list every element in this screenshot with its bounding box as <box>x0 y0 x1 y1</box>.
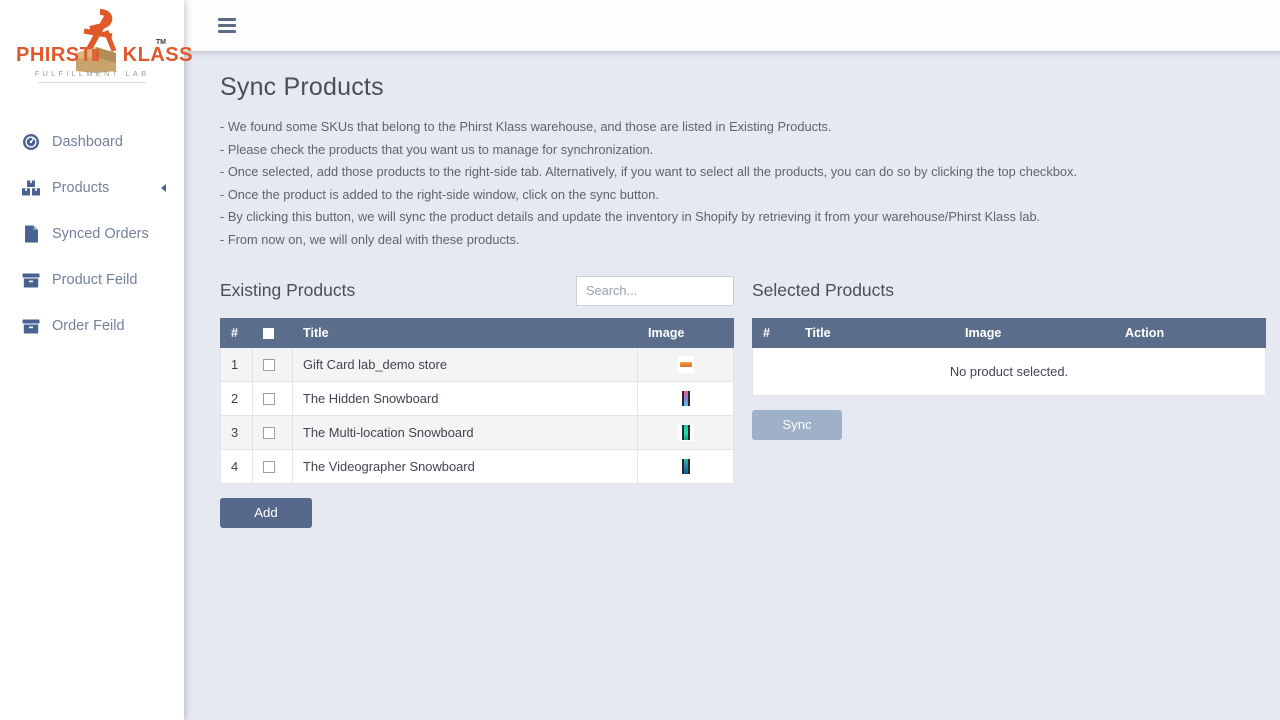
brand-name: PHIRST KLASS <box>16 44 193 66</box>
existing-products-header: Existing Products <box>220 274 734 308</box>
existing-products-title: Existing Products <box>220 280 356 301</box>
row-number: 1 <box>220 346 253 382</box>
column-header-number: # <box>752 317 795 348</box>
archive-icon <box>20 315 42 337</box>
empty-state-row: No product selected. <box>752 346 1266 396</box>
page-description: - We found some SKUs that belong to the … <box>220 116 1266 252</box>
column-header-image: Image <box>637 317 734 348</box>
select-all-checkbox[interactable] <box>263 327 274 339</box>
row-checkbox-cell <box>252 414 293 450</box>
description-line: - We found some SKUs that belong to the … <box>220 119 832 134</box>
row-checkbox-cell <box>252 380 293 416</box>
selected-products-title: Selected Products <box>752 280 895 301</box>
add-button[interactable]: Add <box>220 497 312 528</box>
row-number: 3 <box>220 414 253 450</box>
sidebar-item-order-feild[interactable]: Order Feild <box>0 306 184 346</box>
sidebar-item-label: Dashboard <box>52 134 123 150</box>
hamburger-icon[interactable] <box>218 15 236 36</box>
selected-products-header: Selected Products <box>752 274 1266 308</box>
column-header-image: Image <box>954 317 1115 348</box>
description-line: - Once selected, add those products to t… <box>220 164 1077 180</box>
row-image-cell <box>637 448 734 484</box>
sidebar-item-synced-orders[interactable]: Synced Orders <box>0 214 184 254</box>
snowboard-pink-thumbnail <box>677 389 694 407</box>
app-root: PHIRST KLASS TM FULFILLMENT LAB Dashboar… <box>0 0 1280 720</box>
selected-products-panel: Selected Products # Title Image Action N… <box>752 274 1266 528</box>
snowboard-green-thumbnail <box>677 423 694 441</box>
panels-row: Existing Products # <box>220 274 1266 528</box>
chevron-left-icon[interactable] <box>161 184 166 192</box>
column-header-title: Title <box>794 317 955 348</box>
table-row[interactable]: 3 The Multi-location Snowboard <box>220 414 734 450</box>
description-line: - Once the product is added to the right… <box>220 186 659 202</box>
page-content: Sync Products - We found some SKUs that … <box>184 51 1280 720</box>
brand-divider <box>38 82 146 83</box>
column-header-title: Title <box>292 317 638 348</box>
table-header-row: # Title Image <box>220 317 734 348</box>
search-input[interactable] <box>576 275 734 306</box>
table-row[interactable]: 2 The Hidden Snowboard <box>220 380 734 416</box>
giftcard-thumbnail <box>677 355 694 373</box>
boxes-icon <box>20 177 42 199</box>
description-line: - From now on, we will only deal with th… <box>220 231 520 247</box>
gauge-icon <box>20 131 42 153</box>
empty-state-message: No product selected. <box>752 346 1266 396</box>
row-number: 4 <box>220 448 253 484</box>
file-icon <box>20 223 42 245</box>
sidebar-item-product-feild[interactable]: Product Feild <box>0 260 184 300</box>
existing-products-panel: Existing Products # <box>220 274 734 528</box>
existing-products-table: # Title Image 1 Gift Card lab_demo store… <box>220 317 734 484</box>
sidebar-item-label: Synced Orders <box>52 226 149 242</box>
row-checkbox[interactable] <box>263 393 275 406</box>
column-header-number: # <box>220 317 253 348</box>
column-header-action: Action <box>1114 317 1266 348</box>
sync-button[interactable]: Sync <box>752 409 842 440</box>
snowboard-teal-thumbnail <box>677 457 694 475</box>
sidebar-item-label: Order Feild <box>52 318 125 334</box>
row-title: Gift Card lab_demo store <box>292 346 638 382</box>
row-checkbox-cell <box>252 346 293 382</box>
sidebar-nav: Dashboard Products Synced Orders Product… <box>0 92 184 346</box>
main-area: Sync Products - We found some SKUs that … <box>184 0 1280 720</box>
selected-products-table: # Title Image Action No product selected… <box>752 317 1266 396</box>
description-line: - Please check the products that you wan… <box>220 141 654 157</box>
archive-icon <box>20 269 42 291</box>
row-checkbox[interactable] <box>263 359 275 372</box>
brand-trademark: TM <box>155 39 166 46</box>
row-number: 2 <box>220 380 253 416</box>
sidebar-item-dashboard[interactable]: Dashboard <box>0 122 184 162</box>
row-image-cell <box>637 380 734 416</box>
table-row[interactable]: 1 Gift Card lab_demo store <box>220 346 734 382</box>
row-title: The Hidden Snowboard <box>292 380 638 416</box>
sidebar-item-label: Product Feild <box>52 272 138 288</box>
sidebar-item-label: Products <box>52 180 110 196</box>
row-image-cell <box>637 346 734 382</box>
page-title: Sync Products <box>220 73 384 101</box>
row-title: The Multi-location Snowboard <box>292 414 638 450</box>
row-title: The Videographer Snowboard <box>292 448 638 484</box>
row-checkbox-cell <box>252 448 293 484</box>
brand-logo[interactable]: PHIRST KLASS TM FULFILLMENT LAB <box>0 0 193 92</box>
sidebar-item-products[interactable]: Products <box>0 168 184 208</box>
topbar <box>184 0 1280 51</box>
row-checkbox[interactable] <box>263 461 275 474</box>
brand-tagline: FULFILLMENT LAB <box>34 69 150 78</box>
description-line: - By clicking this button, we will sync … <box>220 209 1041 225</box>
sidebar: PHIRST KLASS TM FULFILLMENT LAB Dashboar… <box>0 0 193 720</box>
table-header-row: # Title Image Action <box>752 317 1266 348</box>
table-row[interactable]: 4 The Videographer Snowboard <box>220 448 734 484</box>
row-image-cell <box>637 414 734 450</box>
column-header-select-all <box>252 317 293 348</box>
row-checkbox[interactable] <box>263 427 275 440</box>
